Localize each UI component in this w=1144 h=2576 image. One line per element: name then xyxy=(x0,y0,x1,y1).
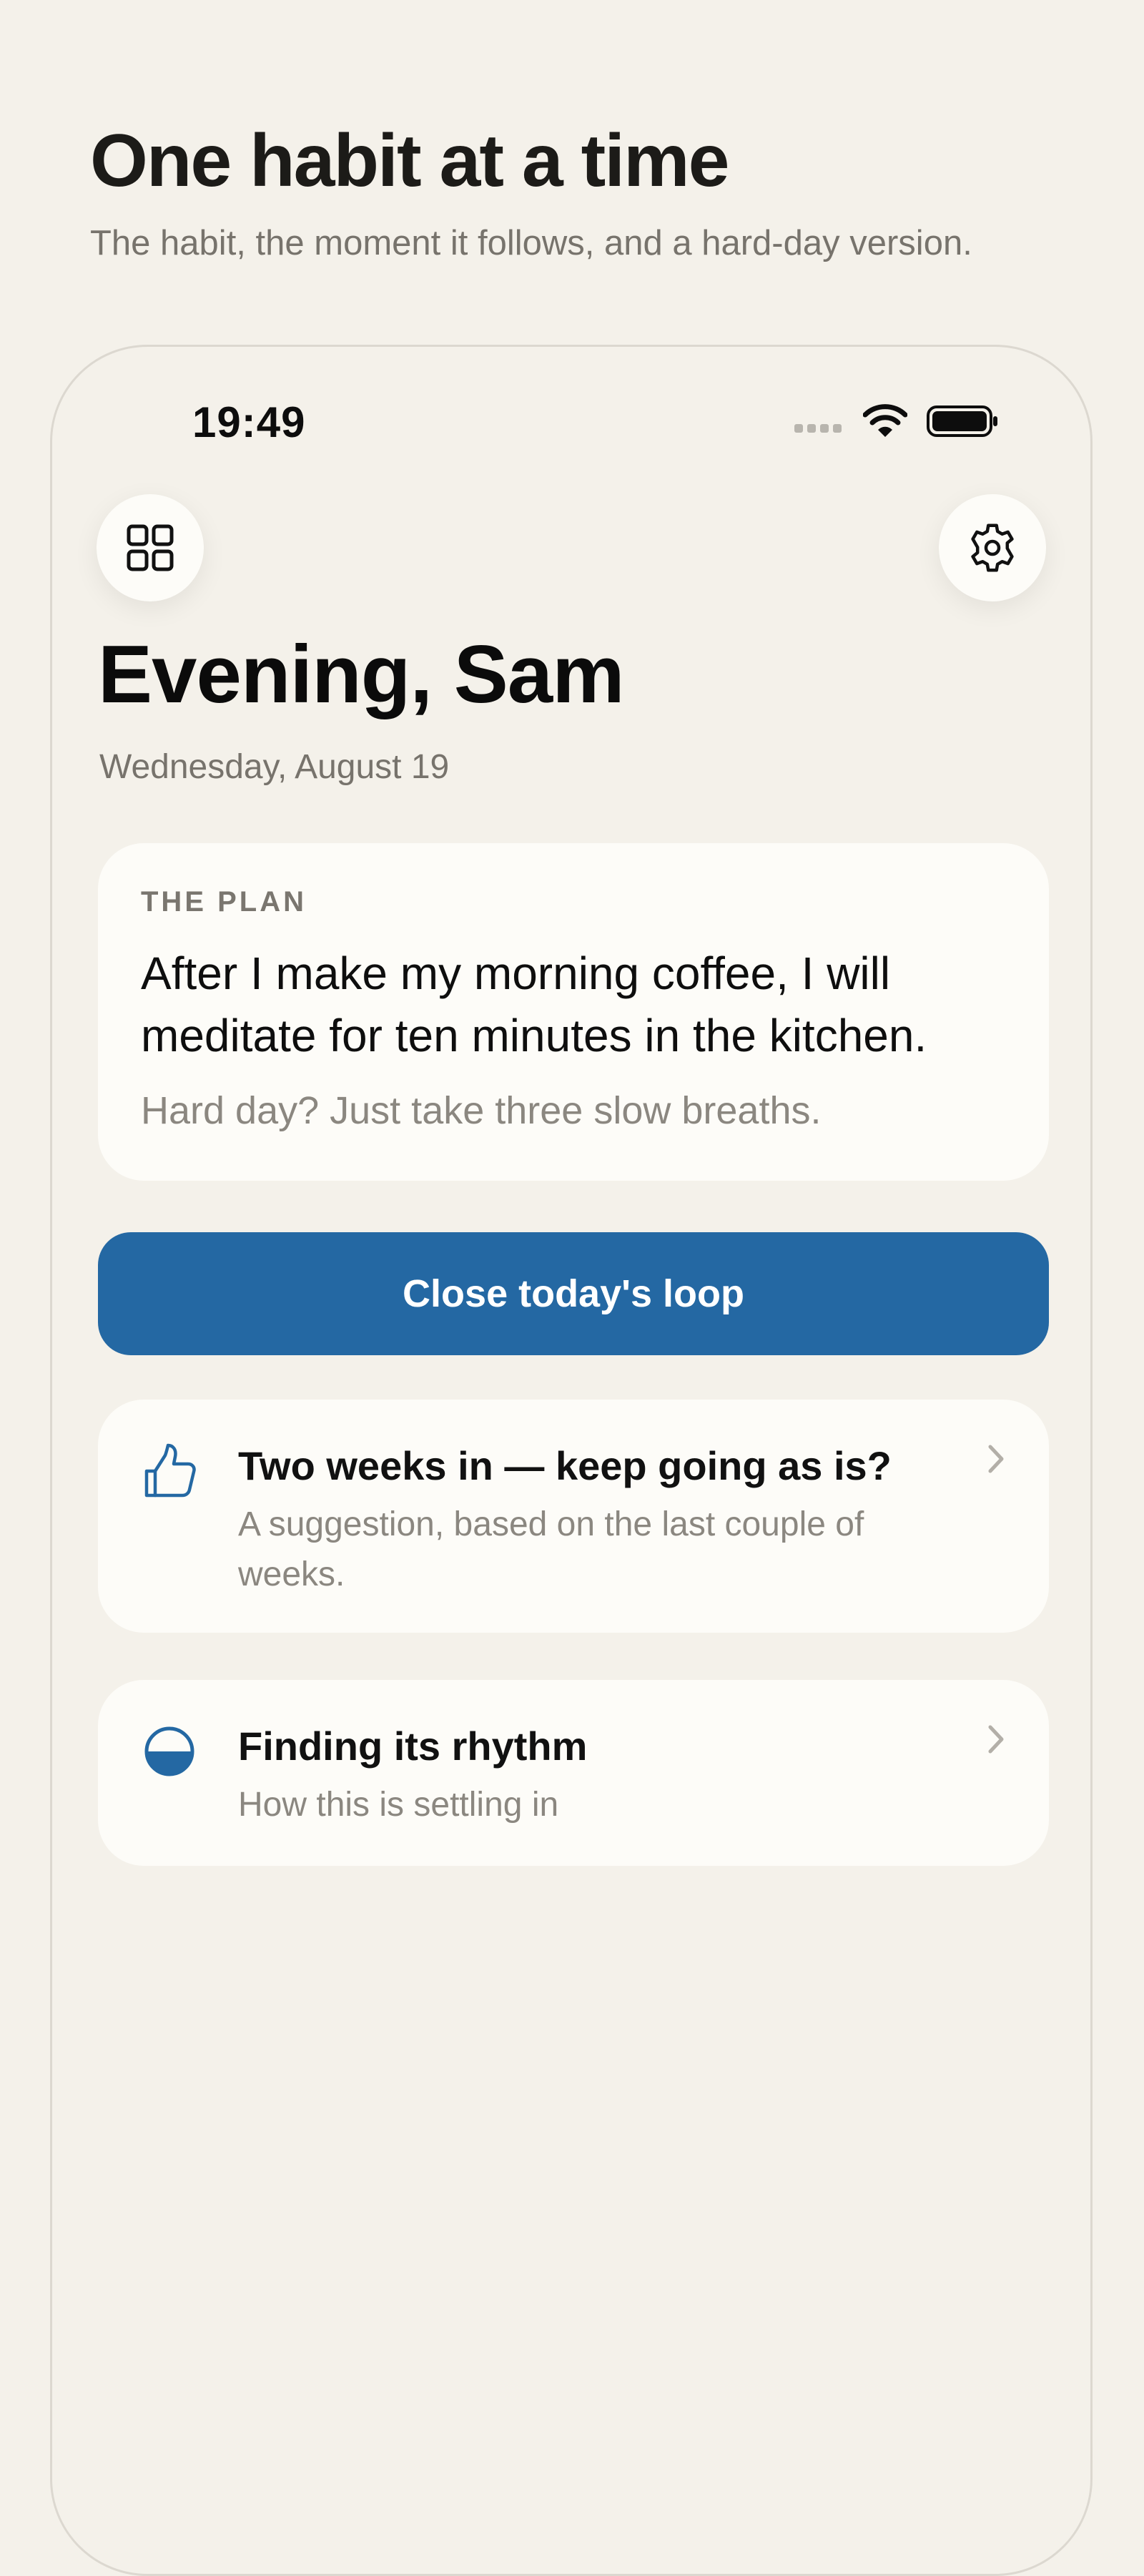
rhythm-title: Finding its rhythm xyxy=(238,1724,588,1769)
plan-text: After I make my morning coffee, I will m… xyxy=(141,948,927,1062)
grid-button[interactable] xyxy=(97,494,204,601)
suggestion-subtitle: A suggestion, based on the last couple o… xyxy=(238,1505,864,1594)
thumbs-up-icon xyxy=(144,1443,196,1498)
page-title: One habit at a time xyxy=(90,119,729,202)
signal-dots-icon xyxy=(794,424,842,433)
gear-icon xyxy=(971,523,1014,572)
plan-fallback-text: Hard day? Just take three slow breaths. xyxy=(141,1089,822,1133)
suggestion-body: Two weeks in — keep going as is? A sugge… xyxy=(238,1441,967,1600)
half-circle-icon xyxy=(144,1726,194,1776)
close-loop-button[interactable]: Close today's loop xyxy=(98,1232,1049,1355)
suggestion-card[interactable]: Two weeks in — keep going as is? A sugge… xyxy=(98,1400,1049,1633)
plan-label: THE PLAN xyxy=(141,886,307,918)
status-icons xyxy=(794,400,999,443)
rhythm-card[interactable]: Finding its rhythm How this is settling … xyxy=(98,1680,1049,1866)
date-text: Wednesday, August 19 xyxy=(99,748,450,786)
settings-button[interactable] xyxy=(939,494,1046,601)
rhythm-subtitle: How this is settling in xyxy=(238,1786,559,1824)
phone-frame: 19:49 Evening, Sam Wednesday, August 19 … xyxy=(50,345,1093,2576)
chevron-right-icon xyxy=(988,1725,1004,1754)
plan-card: THE PLAN After I make my morning coffee,… xyxy=(98,843,1049,1181)
grid-icon xyxy=(127,524,174,571)
suggestion-title: Two weeks in — keep going as is? xyxy=(238,1443,892,1488)
rhythm-body: Finding its rhythm How this is settling … xyxy=(238,1721,967,1830)
wifi-icon xyxy=(863,404,907,437)
greeting-title: Evening, Sam xyxy=(98,629,625,720)
page-subtitle: The habit, the moment it follows, and a … xyxy=(90,224,972,263)
page-header: One habit at a time The habit, the momen… xyxy=(90,120,1077,266)
battery-icon xyxy=(927,405,997,437)
status-time: 19:49 xyxy=(192,398,306,446)
chevron-right-icon xyxy=(988,1445,1004,1473)
